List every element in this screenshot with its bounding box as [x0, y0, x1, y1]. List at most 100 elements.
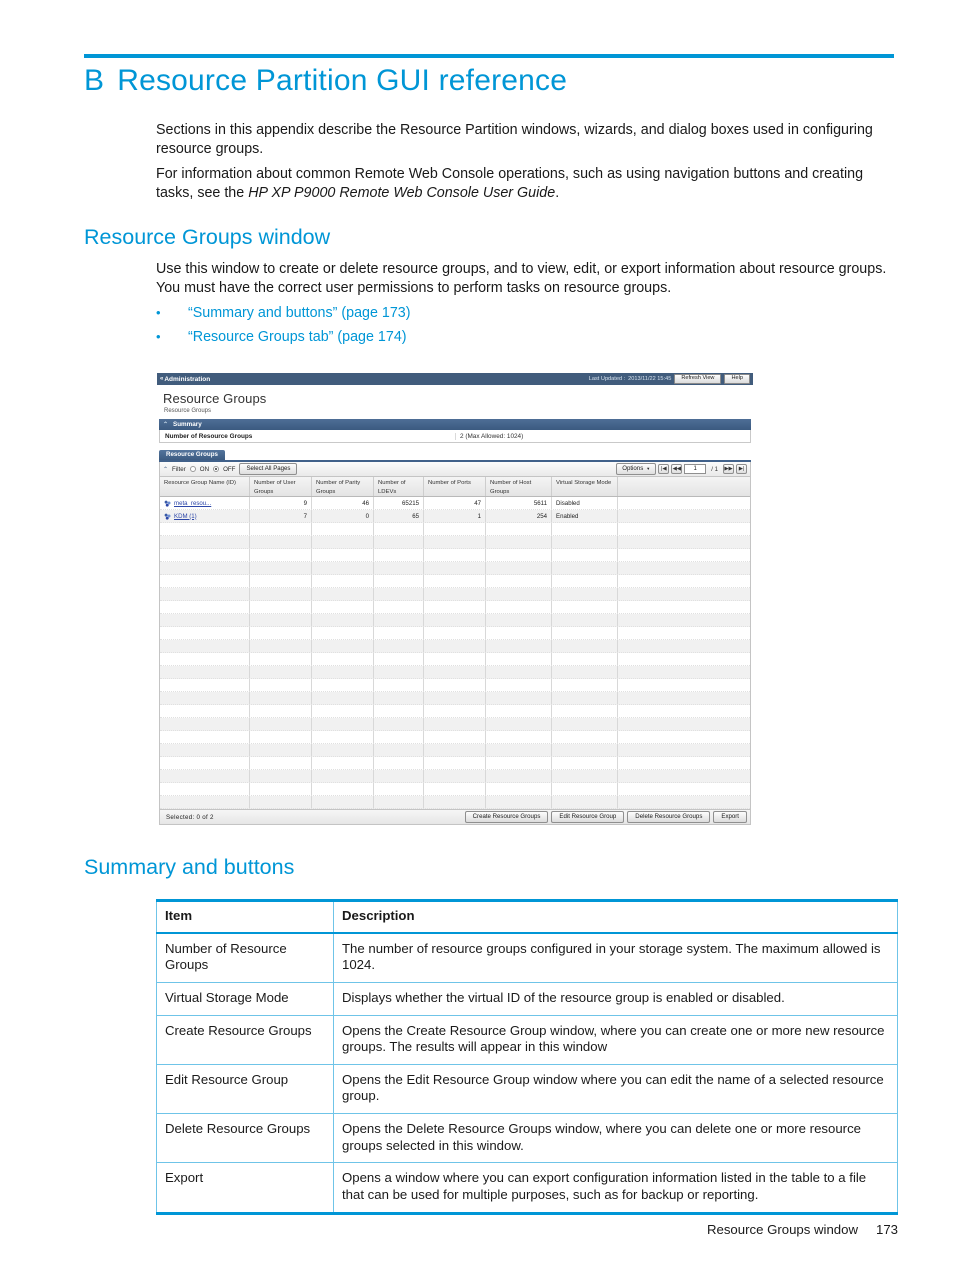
column-header-name[interactable]: Resource Group Name (ID) [160, 477, 250, 496]
cross-reference-list: • “Summary and buttons” (page 173) • “Re… [156, 305, 856, 353]
cell-empty [552, 692, 618, 704]
cell-empty [424, 692, 486, 704]
filter-on-radio[interactable] [189, 466, 196, 472]
help-button[interactable]: Help [724, 374, 750, 384]
cell-resource-group-name[interactable]: KDM (1) [160, 510, 250, 522]
app-breadcrumb-nav[interactable]: « Administration [160, 376, 210, 383]
column-header-host-groups[interactable]: Number of Host Groups [486, 477, 552, 496]
cell-empty [486, 705, 552, 717]
cell-empty [424, 549, 486, 561]
cell-empty [374, 783, 424, 795]
cell-empty [424, 744, 486, 756]
cell-empty [160, 562, 250, 574]
table-row-empty [160, 536, 750, 549]
column-header-virtual-storage-mode[interactable]: Virtual Storage Mode [552, 477, 618, 496]
cell-empty [618, 666, 750, 678]
table-row-empty [160, 783, 750, 796]
cell-item: Create Resource Groups [156, 1014, 334, 1065]
resource-group-link[interactable]: meta_resou... [174, 500, 211, 507]
column-header-ports[interactable]: Number of Ports [424, 477, 486, 496]
column-header-item: Item [156, 898, 334, 934]
cell-empty [160, 744, 250, 756]
previous-page-button[interactable]: ◀◀ [671, 464, 683, 474]
cell-empty [424, 627, 486, 639]
cell-empty [250, 640, 312, 652]
cell-empty [374, 523, 424, 535]
table-row[interactable]: KDM (1) 7 0 65 1 254 Enabled [160, 510, 750, 523]
export-button[interactable]: Export [713, 810, 747, 824]
cell-empty [374, 627, 424, 639]
cell-empty [424, 588, 486, 600]
create-resource-groups-button[interactable]: Create Resource Groups [464, 810, 549, 824]
list-item: • “Resource Groups tab” (page 174) [156, 329, 856, 353]
column-header-ldevs[interactable]: Number of LDEVs [374, 477, 424, 496]
filter-chevron-icon[interactable]: ⌃ [163, 466, 168, 473]
cell-empty [312, 666, 374, 678]
page-number-input[interactable]: 1 [684, 464, 707, 474]
cell-empty [160, 614, 250, 626]
chapter-top-rule [84, 54, 894, 58]
options-button[interactable]: Options ▼ [616, 462, 657, 476]
summary-section-header[interactable]: ⌃ Summary [159, 419, 751, 430]
table-row-empty [160, 744, 750, 757]
resource-group-icon [164, 513, 171, 520]
column-header-parity-groups[interactable]: Number of Parity Groups [312, 477, 374, 496]
cell-empty [552, 757, 618, 769]
cell-empty [250, 523, 312, 535]
cell-empty [424, 614, 486, 626]
cell-resource-group-name[interactable]: meta_resou... [160, 497, 250, 509]
cell-empty [486, 601, 552, 613]
delete-resource-groups-button[interactable]: Delete Resource Groups [627, 810, 711, 824]
list-item: • “Summary and buttons” (page 173) [156, 305, 856, 329]
table-row-empty [160, 523, 750, 536]
cell-empty [552, 796, 618, 808]
cell-empty [486, 588, 552, 600]
cell-ldevs: 65 [374, 510, 424, 522]
cell-empty [618, 705, 750, 717]
column-header-spacer [618, 477, 750, 496]
filter-off-radio[interactable] [213, 466, 220, 472]
chapter-title-text: Resource Partition GUI reference [117, 64, 568, 97]
cell-empty [552, 653, 618, 665]
table-row[interactable]: meta_resou... 9 46 65215 47 5611 Disable… [160, 497, 750, 510]
refresh-view-button[interactable]: Refresh View [674, 374, 722, 384]
cell-empty [374, 692, 424, 704]
cross-reference-link[interactable]: “Summary and buttons” (page 173) [188, 305, 411, 321]
edit-resource-group-button[interactable]: Edit Resource Group [551, 810, 625, 824]
cell-empty [374, 614, 424, 626]
cell-empty [250, 627, 312, 639]
cell-empty [552, 640, 618, 652]
cell-empty [250, 744, 312, 756]
cell-empty [552, 575, 618, 587]
cell-empty [618, 718, 750, 730]
table-row-empty [160, 757, 750, 770]
cross-reference-link[interactable]: “Resource Groups tab” (page 174) [188, 329, 407, 345]
next-page-button[interactable]: ▶▶ [723, 464, 734, 474]
table-row-empty [160, 770, 750, 783]
cell-empty [618, 731, 750, 743]
select-all-pages-button[interactable]: Select All Pages [239, 462, 298, 476]
cell-empty [552, 601, 618, 613]
cell-empty [424, 796, 486, 808]
table-row-empty [160, 731, 750, 744]
resource-group-link[interactable]: KDM (1) [174, 513, 197, 520]
cell-empty [552, 588, 618, 600]
last-page-button[interactable]: ▶| [736, 464, 747, 474]
table-row-empty [160, 666, 750, 679]
cell-empty [250, 601, 312, 613]
column-header-user-groups[interactable]: Number of User Groups [250, 477, 312, 496]
cell-empty [374, 770, 424, 782]
cell-user-groups: 7 [250, 510, 312, 522]
cell-empty [424, 718, 486, 730]
tab-resource-groups[interactable]: Resource Groups [159, 449, 225, 460]
first-page-button[interactable]: |◀ [658, 464, 670, 474]
cell-empty [312, 705, 374, 717]
resource-group-icon [164, 500, 171, 507]
cell-empty [374, 718, 424, 730]
cell-spacer [618, 510, 750, 522]
summary-number-of-resource-groups-row: Number of Resource Groups 2 (Max Allowed… [159, 430, 751, 443]
collapse-chevron-icon[interactable]: ⌃ [163, 422, 169, 428]
cell-empty [552, 536, 618, 548]
cell-empty [374, 757, 424, 769]
bullet-marker-icon: • [156, 305, 161, 320]
